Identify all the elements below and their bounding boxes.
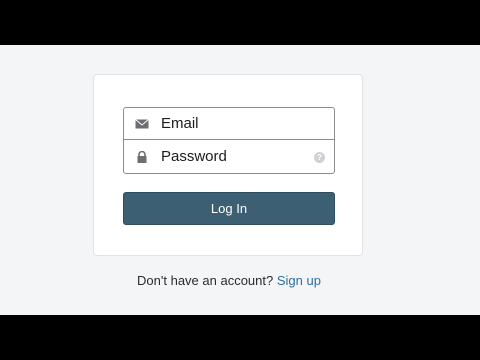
password-field[interactable]: Password ? bbox=[124, 141, 334, 173]
envelope-icon bbox=[135, 119, 149, 129]
email-placeholder: Email bbox=[161, 115, 199, 132]
signup-prompt-text: Don't have an account? bbox=[137, 273, 274, 288]
login-card: Email Password ? Log In bbox=[93, 74, 363, 256]
lock-icon bbox=[137, 151, 147, 163]
password-placeholder: Password bbox=[161, 148, 227, 165]
login-screen: Email Password ? Log In Don't have an ac… bbox=[0, 45, 480, 315]
question-circle-icon[interactable]: ? bbox=[314, 152, 325, 163]
email-field[interactable]: Email bbox=[124, 108, 334, 140]
login-button[interactable]: Log In bbox=[123, 192, 335, 225]
credentials-group: Email Password ? bbox=[123, 107, 335, 174]
signup-link[interactable]: Sign up bbox=[277, 273, 321, 288]
signup-prompt: Don't have an account? Sign up bbox=[0, 273, 458, 288]
